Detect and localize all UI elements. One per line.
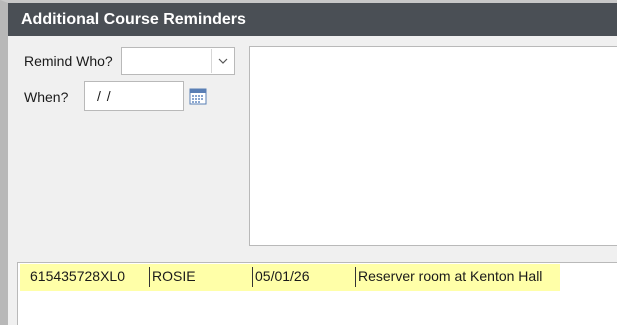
when-date-input[interactable]: / /: [84, 81, 184, 111]
remind-who-label: Remind Who?: [24, 53, 113, 69]
column-divider: [252, 267, 253, 287]
column-divider: [355, 267, 356, 287]
reminder-date-cell: 05/01/26: [255, 268, 310, 284]
reminder-note-cell: Reserver room at Kenton Hall: [358, 268, 543, 284]
when-label: When?: [24, 89, 69, 105]
window-title: Additional Course Reminders: [8, 3, 617, 36]
table-row[interactable]: 615435728XL0 ROSIE 05/01/26 Reserver roo…: [20, 264, 560, 291]
remind-who-select[interactable]: [121, 47, 235, 75]
calendar-icon[interactable]: [186, 83, 210, 109]
reminder-notes-textarea[interactable]: [249, 46, 617, 246]
reminder-who-cell: ROSIE: [152, 268, 196, 284]
reminders-list[interactable]: 615435728XL0 ROSIE 05/01/26 Reserver roo…: [17, 262, 617, 325]
chevron-down-icon[interactable]: [211, 49, 233, 73]
column-divider: [149, 267, 150, 287]
reminder-id-cell: 615435728XL0: [30, 268, 125, 284]
